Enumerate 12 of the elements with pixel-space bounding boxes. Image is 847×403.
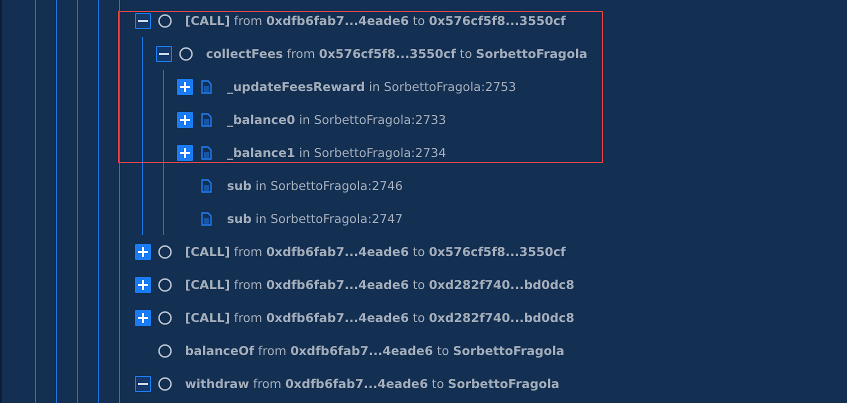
trace-entry: [CALL] from 0xdfb6fab7...4eade6 to 0xd282f740...bd0dc8 xyxy=(185,310,574,324)
trace-entry: sub in SorbettoFragola:2746 xyxy=(227,178,403,192)
trace-entry: _balance1 in SorbettoFragola:2734 xyxy=(227,146,446,160)
trace-entry: _balance0 in SorbettoFragola:2733 xyxy=(227,112,446,126)
trace-entry: balanceOf from 0xdfb6fab7...4eade6 to SorbettoFragola xyxy=(185,344,564,358)
trace-entry: [CALL] from 0xdfb6fab7...4eade6 to 0x576cf5f8...3550cf xyxy=(185,14,566,28)
trace-entry: collectFees from 0x576cf5f8...3550cf to SorbettoFragola xyxy=(206,46,588,60)
trace-entry: withdraw from 0xdfb6fab7...4eade6 to SorbettoFragola xyxy=(185,376,560,390)
trace-entry: _updateFeesReward in SorbettoFragola:2753 xyxy=(227,80,516,94)
trace-entry: [CALL] from 0xdfb6fab7...4eade6 to 0x576cf5f8...3550cf xyxy=(185,244,566,258)
trace-entry: [CALL] from 0xdfb6fab7...4eade6 to 0xd282f740...bd0dc8 xyxy=(185,278,574,292)
trace-entry: sub in SorbettoFragola:2747 xyxy=(227,212,403,226)
